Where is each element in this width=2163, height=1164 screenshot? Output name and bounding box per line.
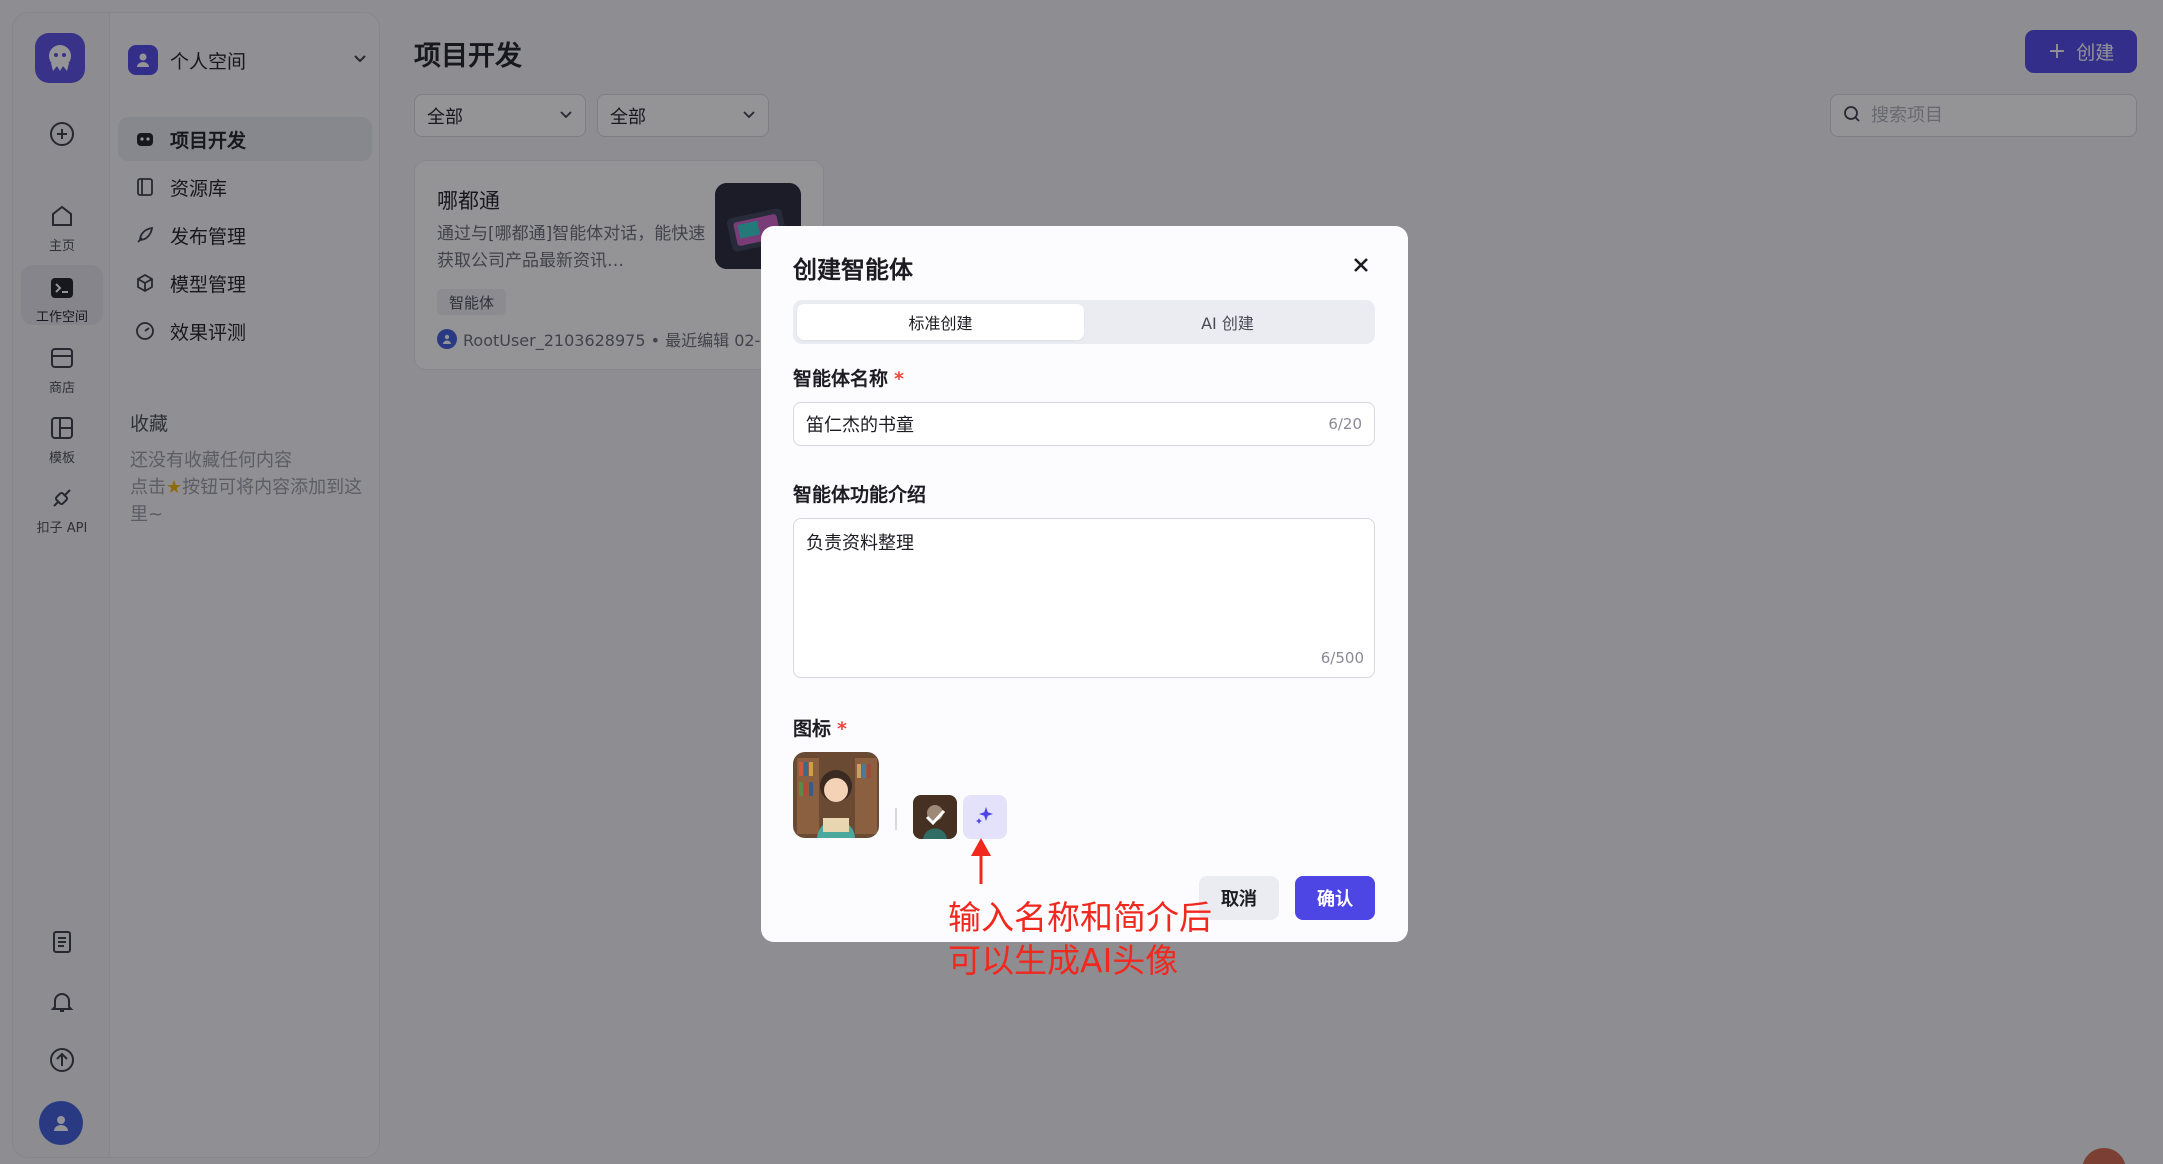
desc-field-label: 智能体功能介绍 <box>793 484 927 506</box>
name-field-label: 智能体名称 * <box>793 364 904 391</box>
required-mark: * <box>894 368 904 390</box>
char-counter: 6/20 <box>1328 415 1362 433</box>
tab-standard-create[interactable]: 标准创建 <box>797 304 1084 340</box>
char-counter: 6/500 <box>1320 649 1364 667</box>
annotation-line: 输入名称和简介后 <box>948 898 1212 937</box>
textarea-value: 负责资料整理 <box>806 533 914 554</box>
divider <box>895 808 897 830</box>
create-mode-tabs: 标准创建 AI 创建 <box>793 300 1375 344</box>
icon-field-label: 图标 * <box>793 714 847 741</box>
create-agent-dialog: 创建智能体 标准创建 AI 创建 智能体名称 * 笛仁杰的书童 6/20 智能体功… <box>761 226 1408 942</box>
label-text: 图标 <box>793 718 832 740</box>
input-value: 笛仁杰的书童 <box>806 415 914 436</box>
agent-avatar-preview <box>793 752 879 838</box>
confirm-button[interactable]: 确认 <box>1295 876 1375 920</box>
annotation-line: 可以生成AI头像 <box>948 941 1179 980</box>
close-icon[interactable] <box>1346 250 1376 280</box>
dialog-title: 创建智能体 <box>793 256 913 284</box>
agent-name-input[interactable]: 笛仁杰的书童 6/20 <box>793 402 1375 446</box>
ai-generate-avatar-button[interactable] <box>963 795 1007 839</box>
label-text: 智能体名称 <box>793 368 889 390</box>
avatar-option-selected[interactable] <box>913 795 957 839</box>
tab-ai-create[interactable]: AI 创建 <box>1084 304 1371 340</box>
agent-description-textarea[interactable]: 负责资料整理 6/500 <box>793 518 1375 678</box>
required-mark: * <box>837 718 847 740</box>
sparkle-icon <box>974 804 996 830</box>
annotation-arrow-icon <box>971 838 991 884</box>
annotation-text: 输入名称和简介后 可以生成AI头像 <box>948 896 1212 982</box>
